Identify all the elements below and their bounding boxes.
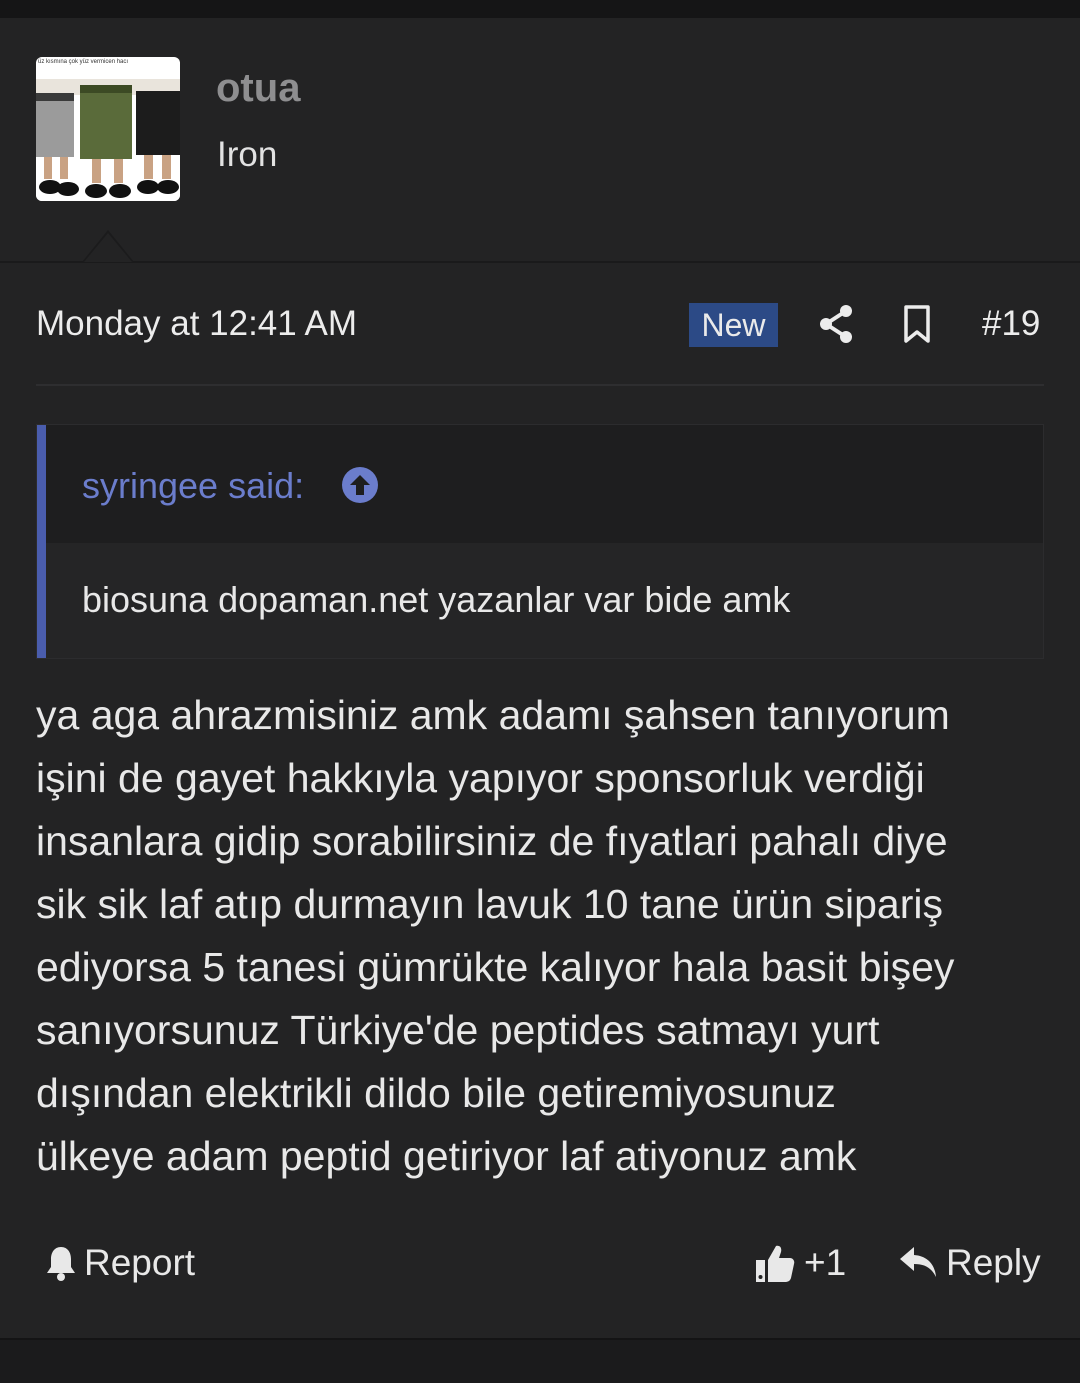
- report-label: Report: [84, 1242, 196, 1283]
- message-line: ülkeye adam peptid getiriyor laf atiyonu…: [36, 1133, 857, 1179]
- message-line: ediyorsa 5 tanesi gümrükte kalıyor hala …: [36, 944, 955, 990]
- user-title: Iron: [217, 135, 278, 174]
- avatar[interactable]: üz kısmına çok yüz vermicen hacı: [36, 57, 180, 201]
- quote-body: biosuna dopaman.net yazanlar var bide am…: [46, 543, 1043, 658]
- message-line: ya aga ahrazmisiniz amk adamı şahsen tan…: [36, 692, 950, 738]
- bottom-band: [0, 1338, 1080, 1383]
- message-line: sanıyorsunuz Türkiye'de peptides satmayı…: [36, 1007, 880, 1053]
- meta-divider: [36, 384, 1044, 386]
- message-line: sik sik laf atıp durmayın lavuk 10 tane …: [36, 881, 943, 927]
- arrow-up-circle-icon[interactable]: [341, 466, 379, 504]
- bookmark-icon[interactable]: [902, 304, 932, 344]
- share-icon[interactable]: [818, 304, 854, 344]
- quote-text: biosuna dopaman.net yazanlar var bide am…: [82, 579, 791, 620]
- reply-icon: [900, 1247, 936, 1277]
- reply-button[interactable]: Reply: [898, 1238, 1041, 1288]
- message-line: dışından elektrikli dildo bile getiremiy…: [36, 1070, 836, 1116]
- bell-icon: [47, 1247, 75, 1281]
- post-container: üz kısmına çok yüz vermicen hacı otua Ir…: [0, 18, 1080, 1338]
- avatar-image: [36, 67, 180, 201]
- quote-accent-bar: [37, 425, 46, 658]
- post-number[interactable]: #19: [982, 304, 1040, 344]
- like-count: +1: [804, 1242, 847, 1283]
- user-block: üz kısmına çok yüz vermicen hacı otua Ir…: [0, 18, 1080, 263]
- post-timestamp[interactable]: Monday at 12:41 AM: [36, 304, 357, 344]
- thumbs-up-icon: [756, 1245, 795, 1282]
- message-line: insanlara gidip sorabilirsiniz de fıyatl…: [36, 818, 948, 864]
- reply-label: Reply: [946, 1242, 1041, 1283]
- quote-author[interactable]: syringee said:: [82, 465, 304, 507]
- top-band: [0, 0, 1080, 18]
- quote-block: syringee said: biosuna dopaman.net yazan…: [36, 424, 1044, 659]
- post-actions: Report +1 Reply: [36, 1238, 1044, 1298]
- report-button[interactable]: Report: [44, 1238, 195, 1288]
- username[interactable]: otua: [216, 66, 300, 111]
- post-meta: Monday at 12:41 AM New #19: [36, 288, 1044, 358]
- message-body: ya aga ahrazmisiniz amk adamı şahsen tan…: [36, 684, 1066, 1188]
- quote-header: syringee said:: [46, 425, 1043, 543]
- like-button[interactable]: +1: [754, 1238, 846, 1288]
- message-line: işini de gayet hakkıyla yapıyor sponsorl…: [36, 755, 925, 801]
- user-arrow-inner: [84, 233, 132, 262]
- new-badge: New: [689, 303, 778, 347]
- avatar-caption: üz kısmına çok yüz vermicen hacı: [38, 59, 129, 65]
